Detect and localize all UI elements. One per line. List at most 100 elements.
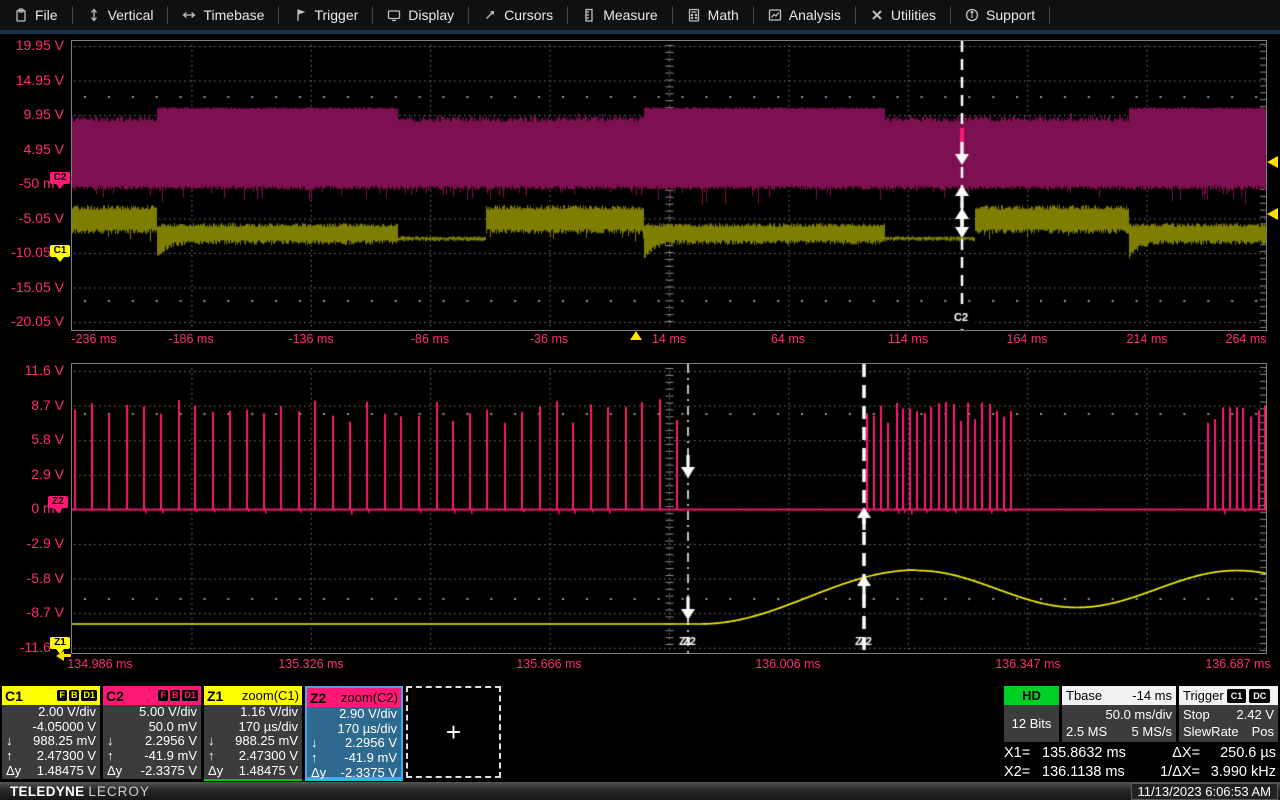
add-trace-button[interactable]: + <box>406 686 501 778</box>
x-axis-label: -186 ms <box>168 332 214 346</box>
tbase-rate: 5 MS/s <box>1131 724 1172 739</box>
y-axis-label: 11.6 V <box>24 362 64 378</box>
hd-bits: 12 Bits <box>1004 705 1059 742</box>
measure-icon <box>585 8 593 22</box>
tbase-offset: -14 ms <box>1132 688 1172 703</box>
menu-item-timebase[interactable]: Timebase <box>168 0 278 30</box>
offscreen-marker-icon <box>1267 156 1278 168</box>
c1-zero-marker[interactable]: C1 <box>50 245 70 262</box>
menu-item-utilities[interactable]: Utilities <box>856 0 950 30</box>
oscilloscope-screen: File Vertical Timebase Trigger Display Cursor… <box>0 0 1280 800</box>
tbase-samples: 2.5 MS <box>1066 724 1108 739</box>
y-axis-label: 8.7 V <box>31 396 64 413</box>
z1-zero-marker[interactable]: Z1 <box>50 637 70 654</box>
y-axis-label: -5.05 V <box>18 209 64 226</box>
acquisition-hd-box[interactable]: HD 12 Bits <box>1004 686 1059 742</box>
y-axis-label: -15.05 V <box>11 278 64 295</box>
descriptor-row: ↑ -41.9 mV <box>311 750 397 766</box>
descriptor-row: ↑ 2.47300 V <box>6 748 96 764</box>
menu-item-measure[interactable]: Measure <box>568 0 671 30</box>
x-axis-label: 136.687 ms <box>1205 657 1271 671</box>
trigger-slope: Pos <box>1251 724 1274 739</box>
offscreen-marker-icon <box>1267 208 1278 220</box>
descriptor-header[interactable]: Z2 zoom(C2) <box>307 688 401 707</box>
descriptor-row: 5.00 V/div <box>139 704 197 719</box>
trigger-box[interactable]: Trigger C1 DC Stop 2.42 V SlewRate Pos <box>1179 686 1278 742</box>
y-axis-label: 14.95 V <box>15 71 64 88</box>
x-axis-label: 64 ms <box>770 332 806 346</box>
trigger-type: SlewRate <box>1183 724 1239 739</box>
main-waveform-canvas[interactable] <box>72 41 1266 330</box>
trace-active-underline <box>305 779 403 781</box>
descriptor-c2[interactable]: C2 F B D1 5.00 V/div 50.0 mV ↓ 2.2956 V ↑ -41.9 m… <box>103 686 201 779</box>
invdx-value: 3.990 kHz <box>1210 763 1276 780</box>
x-axis-label: -86 ms <box>410 332 450 346</box>
x-axis-label: 214 ms <box>1126 332 1168 346</box>
menu-item-vertical[interactable]: Vertical <box>73 0 168 30</box>
x-axis-label: 114 ms <box>887 332 929 346</box>
x-axis-label: -36 ms <box>529 332 569 346</box>
descriptor-header[interactable]: Z1 zoom(C1) <box>204 686 302 705</box>
menu-item-label: Vertical <box>107 7 154 23</box>
trigger-position-icon[interactable] <box>630 331 642 340</box>
timebase-box[interactable]: Tbase -14 ms 50.0 ms/div 2.5 MS 5 MS/s <box>1062 686 1176 742</box>
menu-item-support[interactable]: Support <box>951 0 1049 30</box>
y-axis-label: 9.95 V <box>23 106 64 122</box>
menu-item-trigger[interactable]: Trigger <box>279 0 372 30</box>
descriptor-header[interactable]: C2 F B D1 <box>103 686 201 705</box>
x-axis-label: 164 ms <box>1006 332 1048 346</box>
descriptor-row: 2.00 V/div <box>38 704 96 719</box>
invdx-label: 1/ΔX= <box>1160 763 1200 780</box>
descriptor-row: 50.0 mV <box>148 718 197 734</box>
descriptor-row: ↑ -41.9 mV <box>107 748 197 764</box>
datetime: 11/13/2023 6:06:53 AM <box>1130 782 1278 800</box>
x-axis-label: 135.326 ms <box>278 657 344 671</box>
c2-zero-marker[interactable]: C2 <box>50 172 70 189</box>
y-axis-label: -5.8 V <box>26 569 64 586</box>
menu-item-label: Trigger <box>314 7 359 23</box>
descriptor-row: 170 µs/div <box>337 720 397 736</box>
status-bar: TELEDYNE LECROY 11/13/2023 6:06:53 AM <box>0 782 1280 800</box>
x-axis-label: -136 ms <box>288 332 334 346</box>
descriptor-header[interactable]: C1 F B D1 <box>2 686 100 705</box>
trigger-mode: Stop <box>1183 707 1210 722</box>
menu-item-file[interactable]: File <box>0 0 72 30</box>
channel-flag-badge: F <box>158 690 168 701</box>
y-axis-label: 2.9 V <box>31 465 64 482</box>
cursor-readout: X1= 135.8632 ms ΔX= 250.6 µs X2= 136.113… <box>1004 744 1280 781</box>
display-icon <box>388 10 401 22</box>
menu-item-analysis[interactable]: Analysis <box>754 0 855 30</box>
x-axis-label: 14 ms <box>651 332 687 346</box>
descriptor-z1[interactable]: Z1 zoom(C1) 1.16 V/div 170 µs/div ↓ 988.25 mV… <box>204 686 302 779</box>
x-axis-label: 264 ms <box>1225 332 1267 346</box>
menu-item-display[interactable]: Display <box>373 0 468 30</box>
descriptor-c1[interactable]: C1 F B D1 2.00 V/div -4.05000 V ↓ 988.25 mV ↑ 2.4… <box>2 686 100 779</box>
channel-flag-badge: D1 <box>81 690 97 701</box>
menu-item-cursors[interactable]: Cursors <box>469 0 567 30</box>
trigger-delay-icon <box>56 651 71 661</box>
descriptor-row: 2.90 V/div <box>339 706 397 721</box>
menu-item-math[interactable]: Math <box>673 0 753 30</box>
x2-value: 136.1138 ms <box>1042 763 1125 780</box>
menu-item-label: File <box>35 7 58 23</box>
menu-item-label: Measure <box>603 7 658 23</box>
descriptor-z2[interactable]: Z2 zoom(C2) 2.90 V/div 170 µs/div ↓ 2.2956 V ↑… <box>305 686 403 780</box>
z2-zero-marker[interactable]: Z2 <box>48 496 68 513</box>
trigger-label: Trigger <box>1183 688 1224 703</box>
menu-item-label: Display <box>408 7 455 23</box>
zoom-waveform-canvas[interactable] <box>72 364 1266 653</box>
x-axis-label: 136.347 ms <box>995 657 1061 671</box>
trigger-icon <box>297 9 306 21</box>
channel-flag-badge: D1 <box>182 690 198 701</box>
descriptor-row: ↑ 2.47300 V <box>208 748 298 764</box>
trigger-coupling-badge: DC <box>1249 688 1271 703</box>
trigger-level: 2.42 V <box>1236 707 1274 722</box>
x1-value: 135.8632 ms <box>1042 745 1126 761</box>
brand-logo: TELEDYNE LECROY <box>10 783 150 799</box>
menu-item-label: Math <box>707 7 739 23</box>
cursors-icon <box>486 10 495 19</box>
file-icon <box>16 8 26 22</box>
trace-active-underline <box>204 779 302 781</box>
channel-id: C1 <box>5 687 23 704</box>
trigger-source-badge: C1 <box>1226 688 1247 703</box>
